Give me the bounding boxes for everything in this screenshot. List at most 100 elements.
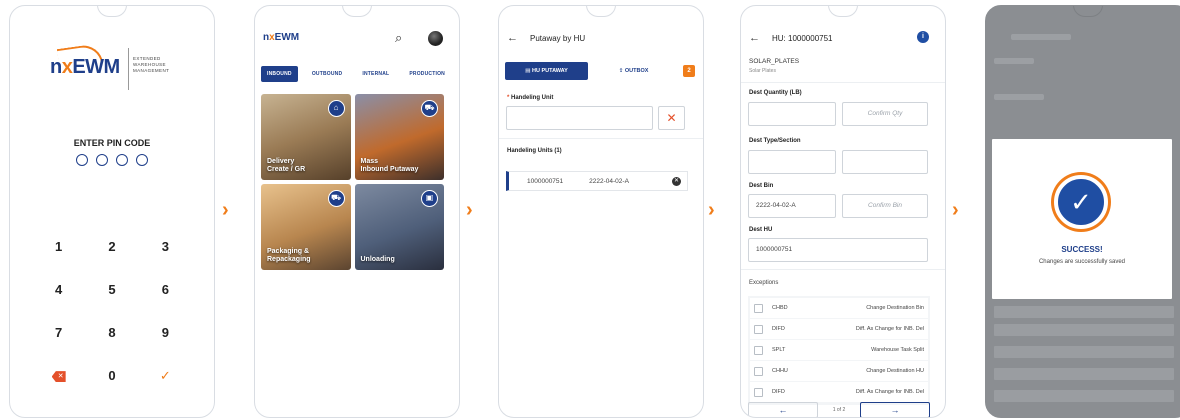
backspace-icon: ✕ (51, 371, 66, 383)
list-item[interactable]: 1000000751 2222-04-02-A ✕ (506, 171, 688, 191)
clear-button[interactable]: ✕ (658, 106, 685, 130)
close-icon: ✕ (666, 111, 677, 125)
key-0[interactable]: 0 (85, 367, 138, 385)
tile-unloading[interactable]: ▣ Unloading (354, 184, 444, 270)
logo-x: x (61, 56, 73, 78)
tab-production[interactable]: PRODUCTION (403, 66, 451, 82)
pin-dot (76, 154, 88, 166)
list-item[interactable]: CHHU Change Destination HU (750, 361, 928, 381)
chevron-right-icon: › (222, 199, 229, 221)
list-item[interactable]: DIFD Diff. As Change for INB. Del (750, 319, 928, 339)
tab-hu-putaway[interactable]: ▤ HU PUTAWAY (505, 62, 589, 80)
tile-label: Packaging & Repackaging (267, 248, 311, 264)
checkbox[interactable] (754, 387, 763, 397)
tile-label-line-2: Inbound Putaway (360, 166, 419, 173)
tile-label-line-1: Delivery (267, 158, 295, 165)
exception-code: CHHU (772, 368, 788, 374)
key-7[interactable]: 7 (32, 324, 85, 342)
tile-packaging-repackaging[interactable]: ⛟ Packaging & Repackaging (261, 184, 351, 270)
notch (97, 6, 127, 17)
tile-label-line-1: Packaging & (267, 248, 310, 255)
page-title: HU: 1000000751 (772, 33, 833, 43)
checkbox[interactable] (754, 345, 763, 355)
logo-tagline-3: MANAGEMENT (133, 68, 170, 73)
tile-mass-inbound-putaway[interactable]: ⛟ Mass Inbound Putaway (354, 94, 444, 180)
key-6[interactable]: 6 (139, 281, 192, 299)
phone-pin-screen: nxEWM EXTENDED WAREHOUSE MANAGEMENT ENTE… (9, 5, 215, 418)
avatar[interactable] (428, 31, 443, 46)
exception-description: Warehouse Task Split (871, 347, 924, 353)
dimmed-row (994, 346, 1174, 358)
putaway-tabs: ▤ HU PUTAWAY ⇪ OUTBOX 2 (505, 62, 695, 80)
nxewm-logo: nxEWM EXTENDED WAREHOUSE MANAGEMENT (50, 43, 180, 96)
confirm-qty-input[interactable]: Confirm Qty (842, 102, 928, 126)
arrow-right-icon: → (890, 405, 900, 415)
archive-icon: ▤ (525, 68, 533, 74)
tab-outbound[interactable]: OUTBOUND (306, 66, 349, 82)
tile-label-line-1: Unloading (360, 256, 395, 263)
box-icon: ▣ (421, 190, 438, 207)
tab-inbound[interactable]: INBOUND (261, 66, 298, 82)
notch (1073, 6, 1103, 17)
dest-type-section-label: Dest Type/Section (749, 138, 801, 144)
next-button[interactable]: → (860, 402, 930, 417)
exception-code: CHBD (772, 305, 788, 311)
arrow-left-icon: ← (778, 405, 788, 415)
key-3[interactable]: 3 (139, 238, 192, 256)
remove-icon[interactable]: ✕ (672, 176, 681, 186)
list-item[interactable]: DIFD Diff. As Change for INB. Del (750, 382, 928, 402)
handling-units-list-title: Handeling Units (1) (507, 148, 562, 154)
pin-dot (96, 154, 108, 166)
list-item[interactable]: SPLT Warehouse Task Split (750, 340, 928, 360)
dest-type-input[interactable] (748, 150, 836, 174)
back-arrow-icon[interactable]: ← (749, 32, 760, 44)
tab-hu-putaway-label: HU PUTAWAY (532, 68, 568, 74)
confirm-bin-input[interactable]: Confirm Bin (842, 194, 928, 218)
dest-quantity-label: Dest Quantity (LB) (749, 90, 802, 96)
backspace-key[interactable]: ✕ (32, 367, 85, 385)
previous-button[interactable]: ← (748, 402, 818, 417)
dimmed-header (1011, 34, 1071, 40)
confirm-key[interactable]: ✓ (139, 367, 192, 385)
dimmed-row (994, 390, 1174, 402)
dest-hu-label: Dest HU (749, 227, 773, 233)
tab-internal[interactable]: INTERNAL (356, 66, 395, 82)
key-9[interactable]: 9 (139, 324, 192, 342)
dest-hu-input[interactable]: 1000000751 (748, 238, 928, 262)
search-icon[interactable]: ⌕ (395, 30, 402, 46)
dest-quantity-input[interactable] (748, 102, 836, 126)
key-2[interactable]: 2 (85, 238, 138, 256)
dest-section-input[interactable] (842, 150, 928, 174)
hu-number: 1000000751 (527, 177, 564, 185)
screen-header: ← HU: 1000000751 (749, 32, 833, 44)
pin-dot (116, 154, 128, 166)
chevron-right-icon: › (952, 199, 959, 221)
key-4[interactable]: 4 (32, 281, 85, 299)
handling-unit-input[interactable] (506, 106, 653, 130)
pin-dot (136, 154, 148, 166)
checkbox[interactable] (754, 366, 763, 376)
key-1[interactable]: 1 (32, 238, 85, 256)
logo-main: EWM (274, 32, 300, 43)
key-8[interactable]: 8 (85, 324, 138, 342)
material-description: Solar Plates (749, 68, 776, 74)
dest-bin-input[interactable]: 2222-04-02-A (748, 194, 836, 218)
logo-prefix: n (50, 56, 62, 78)
phone-success-screen: ✓ SUCCESS! Changes are successfully save… (985, 5, 1180, 418)
key-5[interactable]: 5 (85, 281, 138, 299)
back-arrow-icon[interactable]: ← (507, 32, 518, 44)
list-item[interactable]: CHBD Change Destination Bin (750, 298, 928, 318)
chevron-right-icon: › (708, 199, 715, 221)
notch (586, 6, 616, 17)
checkbox[interactable] (754, 324, 763, 334)
tile-delivery-create-gr[interactable]: ⌂ Delivery Create / GR (261, 94, 351, 180)
phone-putaway-screen: ← Putaway by HU ▤ HU PUTAWAY ⇪ OUTBOX 2 … (498, 5, 704, 418)
exception-code: DIFD (772, 326, 785, 332)
divider (499, 138, 703, 139)
info-icon[interactable]: i (917, 31, 929, 43)
exception-code: DIFD (772, 389, 785, 395)
tab-outbox[interactable]: ⇪ OUTBOX (592, 62, 676, 80)
process-tabs: INBOUND OUTBOUND INTERNAL PRODUCTION (261, 66, 451, 82)
checkbox[interactable] (754, 303, 763, 313)
page-indicator: 1 of 2 (832, 407, 846, 413)
